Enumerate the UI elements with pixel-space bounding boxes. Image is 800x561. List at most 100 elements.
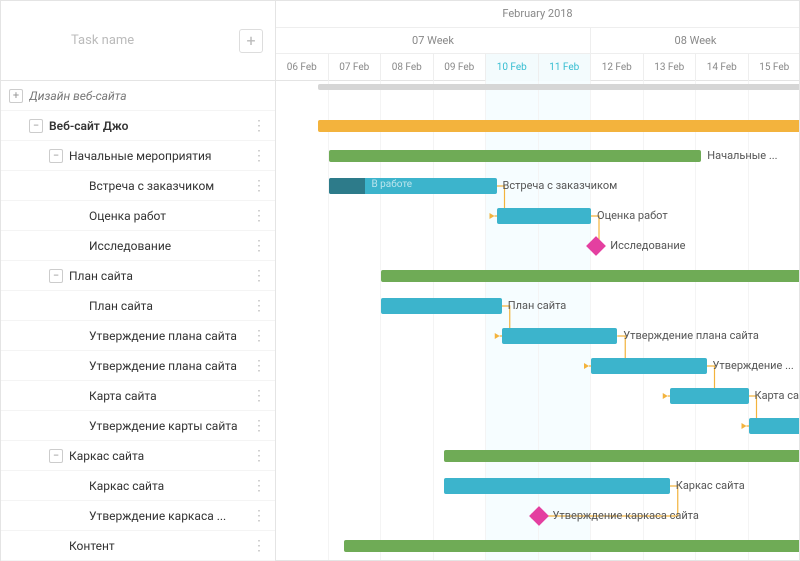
day-header: 06 Feb (276, 53, 329, 81)
task-list-header: Task name + (1, 1, 275, 81)
collapse-icon[interactable]: − (49, 449, 63, 463)
project-bar[interactable] (318, 120, 799, 132)
add-task-button[interactable]: + (239, 29, 263, 53)
task-label: План сайта (69, 269, 267, 283)
collapse-icon[interactable]: − (49, 149, 63, 163)
task-menu-icon[interactable]: ⋮ (252, 418, 267, 434)
timeline-panel[interactable]: February 2018 07 Week08 Week 06 Feb07 Fe… (276, 1, 799, 560)
task-row[interactable]: Утверждение карты сайта⋮ (1, 411, 275, 441)
task-bar[interactable] (749, 418, 800, 434)
task-menu-icon[interactable]: ⋮ (252, 118, 267, 134)
gantt-row: Карта сайта (276, 381, 799, 411)
group-bar[interactable] (329, 150, 702, 162)
day-header: 12 Feb (591, 53, 644, 81)
baseline-bar (318, 84, 799, 90)
task-row[interactable]: План сайта⋮ (1, 291, 275, 321)
task-row[interactable]: Исследование⋮ (1, 231, 275, 261)
gantt-row (276, 81, 799, 111)
group-bar[interactable] (444, 450, 799, 462)
gantt-row (276, 531, 799, 560)
task-row[interactable]: Карта сайта⋮ (1, 381, 275, 411)
task-menu-icon[interactable]: ⋮ (252, 448, 267, 464)
milestone-marker[interactable] (586, 236, 606, 256)
task-menu-icon[interactable]: ⋮ (252, 508, 267, 524)
collapse-icon[interactable]: − (49, 269, 63, 283)
day-header: 07 Feb (329, 53, 382, 81)
task-label: Утверждение каркаса ... (89, 509, 267, 523)
task-menu-icon[interactable]: ⋮ (252, 238, 267, 254)
bar-label: Утверждение каркаса сайта (553, 509, 699, 522)
day-header: 09 Feb (434, 53, 487, 81)
task-row[interactable]: Контент⋮ (1, 531, 275, 561)
task-label: Утверждение карты сайта (89, 419, 267, 433)
collapse-icon[interactable]: − (29, 119, 43, 133)
task-list-panel: Task name + +Дизайн веб-сайта−Веб-сайт Д… (1, 1, 276, 560)
task-menu-icon[interactable]: ⋮ (252, 208, 267, 224)
task-row[interactable]: −Начальные мероприятия⋮ (1, 141, 275, 171)
task-row[interactable]: Утверждение плана сайта⋮ (1, 351, 275, 381)
task-row[interactable]: Утверждение каркаса ...⋮ (1, 501, 275, 531)
task-menu-icon[interactable]: ⋮ (252, 298, 267, 314)
task-menu-icon[interactable]: ⋮ (252, 328, 267, 344)
bar-label: Начальные ... (707, 149, 777, 162)
task-label: Оценка работ (89, 209, 267, 223)
task-label: Контент (69, 539, 267, 553)
task-label: Каркас сайта (69, 449, 267, 463)
bar-label: Утверждение плана сайта (623, 329, 759, 342)
bar-status-text: В работе (371, 179, 412, 190)
task-bar[interactable] (497, 208, 592, 224)
bar-label: Утверждение ... (713, 359, 794, 372)
task-bar[interactable] (502, 328, 618, 344)
gantt-row: Утверждение каркаса сайта (276, 501, 799, 531)
expand-icon[interactable]: + (9, 89, 23, 103)
group-bar[interactable] (381, 270, 799, 282)
day-header: 13 Feb (644, 53, 697, 81)
gantt-chart: Task name + +Дизайн веб-сайта−Веб-сайт Д… (0, 0, 800, 561)
day-header: 15 Feb (749, 53, 800, 81)
task-label: Встреча с заказчиком (89, 179, 267, 193)
progress-fill (329, 178, 366, 194)
task-row[interactable]: Каркас сайта⋮ (1, 471, 275, 501)
task-menu-icon[interactable]: ⋮ (252, 268, 267, 284)
gantt-row: Исследование (276, 231, 799, 261)
task-label: Карта сайта (89, 389, 267, 403)
task-label: Исследование (89, 239, 267, 253)
task-label: Начальные мероприятия (69, 149, 267, 163)
task-label: Каркас сайта (89, 479, 267, 493)
gantt-row: Утверждение ... (276, 351, 799, 381)
timeline-header: February 2018 07 Week08 Week 06 Feb07 Fe… (276, 1, 799, 81)
task-row[interactable]: Оценка работ⋮ (1, 201, 275, 231)
task-menu-icon[interactable]: ⋮ (252, 478, 267, 494)
gantt-row: Оценка работ (276, 201, 799, 231)
task-row[interactable]: −План сайта⋮ (1, 261, 275, 291)
week-header: 08 Week (591, 27, 799, 53)
task-bar[interactable] (381, 298, 502, 314)
gantt-row: План сайта (276, 291, 799, 321)
milestone-marker[interactable] (529, 506, 549, 526)
task-row[interactable]: +Дизайн веб-сайта (1, 81, 275, 111)
gantt-row (276, 441, 799, 471)
month-label: February 2018 (276, 1, 799, 27)
task-menu-icon[interactable]: ⋮ (252, 148, 267, 164)
gantt-row (276, 111, 799, 141)
group-bar[interactable] (344, 540, 799, 552)
gantt-row: Утверждение плана сайта (276, 321, 799, 351)
bar-label: Встреча с заказчиком (503, 179, 618, 192)
task-bar[interactable] (670, 388, 749, 404)
task-bar[interactable] (444, 478, 670, 494)
task-bar[interactable] (591, 358, 707, 374)
task-row[interactable]: Встреча с заказчиком⋮ (1, 171, 275, 201)
gantt-row: В работе Встреча с заказчиком (276, 171, 799, 201)
gantt-grid[interactable]: Начальные ... В работе Встреча с заказчико… (276, 81, 799, 560)
task-row[interactable]: −Каркас сайта⋮ (1, 441, 275, 471)
task-label: Утверждение плана сайта (89, 359, 267, 373)
task-menu-icon[interactable]: ⋮ (252, 358, 267, 374)
task-row[interactable]: Утверждение плана сайта⋮ (1, 321, 275, 351)
task-menu-icon[interactable]: ⋮ (252, 538, 267, 554)
task-bar[interactable]: В работе (329, 178, 497, 194)
task-menu-icon[interactable]: ⋮ (252, 178, 267, 194)
task-row[interactable]: −Веб-сайт Джо⋮ (1, 111, 275, 141)
gantt-row: Начальные ... (276, 141, 799, 171)
week-header: 07 Week (276, 27, 591, 53)
task-menu-icon[interactable]: ⋮ (252, 388, 267, 404)
